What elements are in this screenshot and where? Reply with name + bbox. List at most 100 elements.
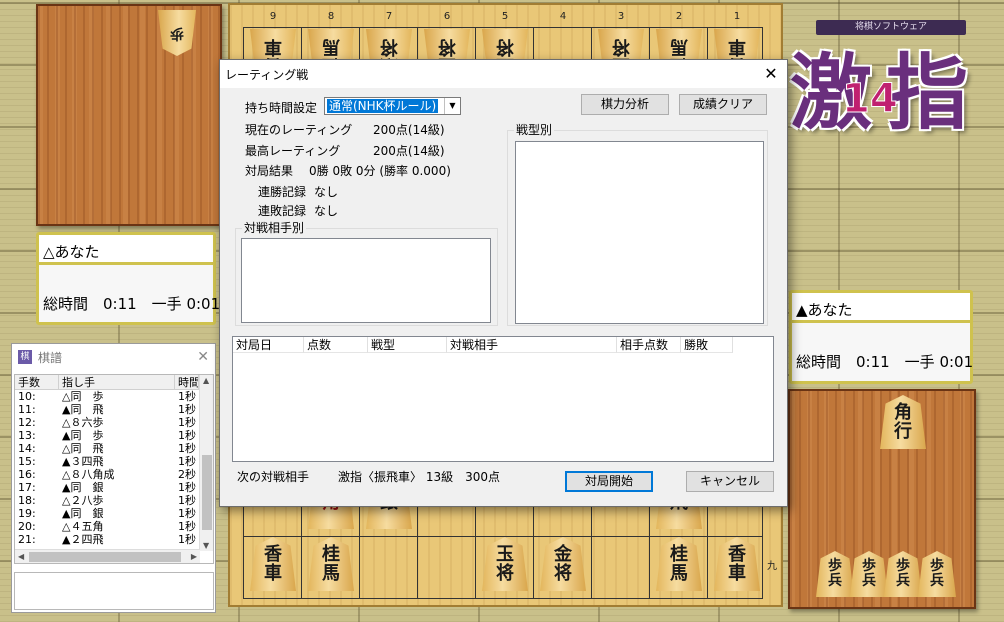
kifu-titlebar[interactable]: 棋 棋譜 ✕	[12, 344, 215, 370]
gote-hand-piece[interactable]: 歩	[158, 10, 196, 56]
gote-player-name: △あなた	[39, 235, 213, 265]
kifu-cell: 19:	[18, 507, 36, 520]
scroll-left-arrow-icon[interactable]: ◀	[18, 552, 24, 561]
kifu-cell: ▲同 歩	[62, 429, 104, 442]
kifu-title: 棋譜	[38, 350, 63, 365]
table-col-header[interactable]: 戦型	[368, 337, 447, 353]
sente-player-name: ▲あなた	[792, 293, 970, 323]
col-number: 4	[559, 11, 567, 22]
table-col-header[interactable]: 対戦相手	[447, 337, 617, 353]
kifu-row[interactable]: 13: ▲同 歩 1秒	[15, 429, 213, 442]
kifu-row[interactable]: 11: ▲同 飛 1秒	[15, 403, 213, 416]
kifu-window[interactable]: 棋 棋譜 ✕ 手数 指し手 時間 10: △同 歩 1秒 11: ▲同 飛 1秒 12: △８…	[11, 343, 216, 613]
close-icon[interactable]: ✕	[761, 64, 781, 84]
sente-player-time: 総時間 0:11 一手 0:01	[796, 353, 974, 371]
kifu-cell: 1秒	[178, 533, 196, 546]
kifu-cell: △４五角	[62, 520, 104, 533]
sente-hand-pawn[interactable]: 歩 兵	[850, 551, 888, 597]
kifu-cell: 18:	[18, 494, 36, 507]
kifu-row[interactable]: 17: ▲同 銀 1秒	[15, 481, 213, 494]
close-icon[interactable]: ✕	[197, 349, 209, 365]
horizontal-scrollbar[interactable]: ◀ ▶	[15, 549, 200, 563]
dialog-titlebar[interactable]: レーティング戦	[220, 60, 787, 88]
kifu-cell: △８六歩	[62, 416, 104, 429]
table-col-header[interactable]: 相手点数	[617, 337, 681, 353]
kifu-cell: ▲同 銀	[62, 481, 104, 494]
sente-hand-bishop[interactable]: 角 行	[880, 395, 926, 449]
kifu-col-header[interactable]: 時間	[175, 375, 199, 389]
start-match-button[interactable]: 対局開始	[565, 471, 653, 492]
kifu-row[interactable]: 18: △２八歩 1秒	[15, 494, 213, 507]
kifu-cell: 11:	[18, 403, 36, 416]
kifu-cell: ▲２四飛	[62, 533, 104, 546]
kifu-list-header: 手数 指し手 時間	[15, 375, 213, 390]
next-opponent-value: 激指〈振飛車〉 13級 300点	[338, 470, 500, 484]
by-opponent-label: 対戦相手別	[242, 221, 307, 235]
cancel-button[interactable]: キャンセル	[686, 471, 774, 492]
kifu-cell: 1秒	[178, 481, 196, 494]
scrollbar-thumb[interactable]	[29, 552, 181, 562]
kifu-row[interactable]: 15: ▲３四飛 1秒	[15, 455, 213, 468]
kifu-cell: △２八歩	[62, 494, 104, 507]
next-opponent-label: 次の対戦相手	[237, 470, 310, 484]
table-col-header[interactable]: 対局日	[233, 337, 304, 353]
board-piece[interactable]: 香 車	[250, 537, 296, 591]
col-number: 7	[385, 11, 393, 22]
kifu-cell: 12:	[18, 416, 36, 429]
kifu-comment-box[interactable]	[14, 572, 214, 610]
scroll-right-arrow-icon[interactable]: ▶	[191, 552, 197, 561]
kifu-row[interactable]: 10: △同 歩 1秒	[15, 390, 213, 403]
by-opponent-list[interactable]	[241, 238, 491, 323]
scroll-down-arrow-icon[interactable]: ▼	[203, 541, 209, 550]
logo-number: 14	[842, 76, 899, 123]
col-number: 2	[675, 11, 683, 22]
kifu-col-header[interactable]: 指し手	[59, 375, 175, 389]
kifu-cell: 1秒	[178, 455, 196, 468]
kifu-cell: 1秒	[178, 429, 196, 442]
board-piece[interactable]: 金 将	[540, 537, 586, 591]
match-history-table[interactable]: 対局日 点数 戦型 対戦相手 相手点数 勝敗	[232, 336, 774, 462]
kifu-cell: 1秒	[178, 494, 196, 507]
kifu-row[interactable]: 21: ▲２四飛 1秒	[15, 533, 213, 546]
kifu-cell: 1秒	[178, 442, 196, 455]
sente-hand-pawn[interactable]: 歩 兵	[884, 551, 922, 597]
vertical-scrollbar[interactable]: ▲ ▼	[199, 375, 213, 551]
clear-results-button[interactable]: 成績クリア	[679, 94, 767, 115]
kifu-row[interactable]: 12: △８六歩 1秒	[15, 416, 213, 429]
kifu-cell: △同 飛	[62, 442, 104, 455]
kifu-row[interactable]: 14: △同 飛 1秒	[15, 442, 213, 455]
time-setting-label: 持ち時間設定	[245, 101, 318, 115]
game-logo: 将棋ソフトウェア 激 指 14	[786, 16, 996, 146]
time-setting-value: 通常(NHK杯ルール)	[327, 99, 439, 113]
dialog-title: レーティング戦	[225, 67, 309, 82]
board-piece[interactable]: 桂 馬	[656, 537, 702, 591]
sente-player-panel: ▲あなた 総時間 0:11 一手 0:01	[789, 290, 973, 384]
rating-match-dialog[interactable]: レーティング戦 ✕ 持ち時間設定 通常(NHK杯ルール) ▼ 棋力分析 成績クリ…	[219, 59, 788, 507]
kifu-cell: 21:	[18, 533, 36, 546]
col-number: 3	[617, 11, 625, 22]
by-strategy-list[interactable]	[515, 141, 764, 324]
table-col-header[interactable]: 点数	[304, 337, 368, 353]
strength-analysis-button[interactable]: 棋力分析	[581, 94, 669, 115]
win-streak-label: 連勝記録	[258, 185, 307, 199]
sente-hand-pawn[interactable]: 歩 兵	[816, 551, 854, 597]
kifu-row[interactable]: 20: △４五角 1秒	[15, 520, 213, 533]
scroll-up-arrow-icon[interactable]: ▲	[203, 376, 209, 385]
col-number: 5	[501, 11, 509, 22]
board-piece[interactable]: 玉 将	[482, 537, 528, 591]
sente-piece-stand: 角 行 歩 兵 歩 兵 歩 兵 歩 兵	[788, 389, 976, 609]
max-rating-label: 最高レーティング	[245, 144, 341, 158]
by-opponent-group: 対戦相手別	[235, 221, 498, 326]
sente-hand-pawn[interactable]: 歩 兵	[918, 551, 956, 597]
kifu-move-list[interactable]: 手数 指し手 時間 10: △同 歩 1秒 11: ▲同 飛 1秒 12: △８六歩 1秒 13:…	[14, 374, 214, 564]
scrollbar-thumb[interactable]	[202, 455, 212, 530]
kifu-col-header[interactable]: 手数	[15, 375, 59, 389]
kifu-row[interactable]: 19: ▲同 銀 1秒	[15, 507, 213, 520]
chevron-down-icon[interactable]: ▼	[444, 98, 460, 114]
board-piece[interactable]: 香 車	[714, 537, 760, 591]
board-piece[interactable]: 桂 馬	[308, 537, 354, 591]
table-col-header[interactable]: 勝敗	[681, 337, 733, 353]
kifu-row[interactable]: 16: △８八角成 2秒	[15, 468, 213, 481]
row-label: 九	[767, 561, 777, 572]
time-setting-select[interactable]: 通常(NHK杯ルール) ▼	[324, 97, 461, 115]
